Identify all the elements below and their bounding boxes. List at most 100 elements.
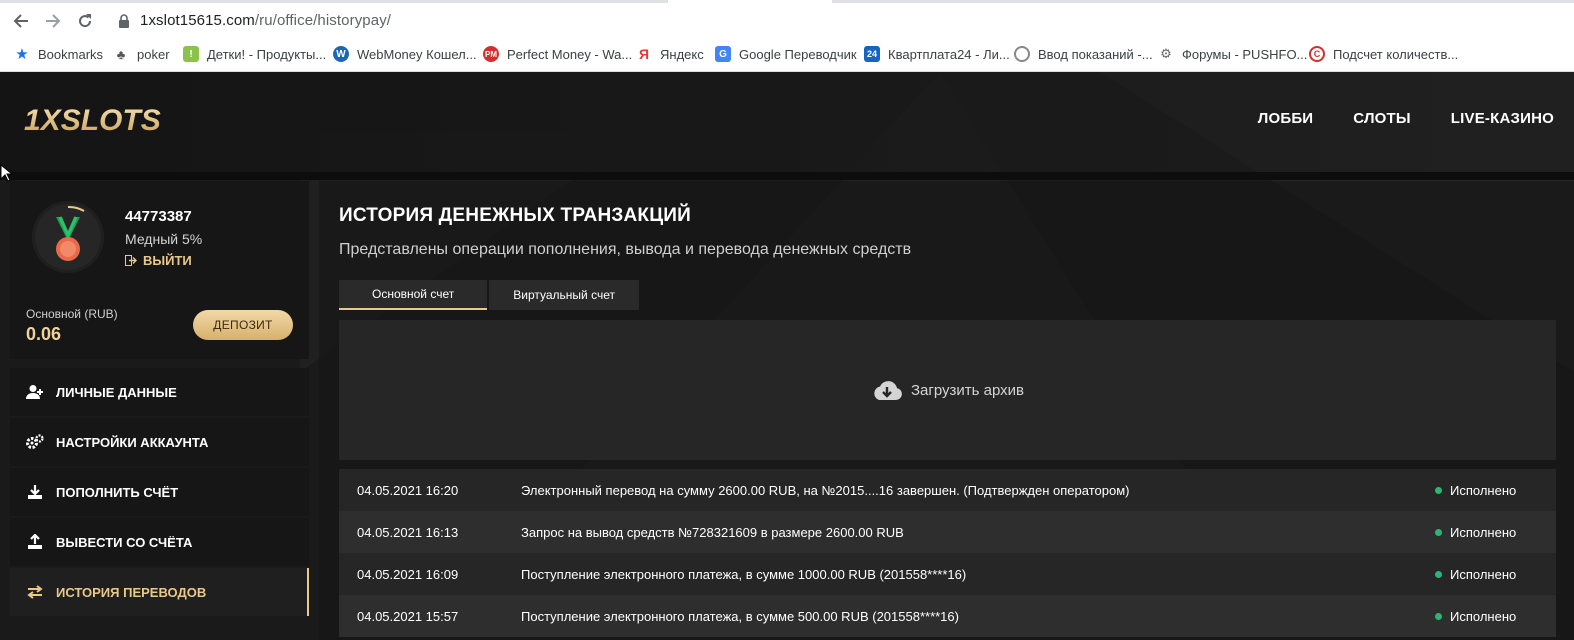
bookmark-forum[interactable]: ⚙ Форумы - PUSHFO... bbox=[1158, 44, 1307, 64]
url-path: /ru/office/historypay/ bbox=[254, 12, 392, 29]
gears-icon bbox=[26, 434, 44, 450]
nav-live-casino[interactable]: LIVE-КАЗИНО bbox=[1451, 110, 1554, 127]
meter-icon bbox=[1014, 46, 1030, 62]
site-logo[interactable]: 1XSLOTS bbox=[24, 102, 176, 136]
logout-icon bbox=[125, 255, 137, 266]
level-medal-avatar bbox=[32, 201, 104, 273]
user-id: 44773387 bbox=[125, 208, 192, 225]
bookmark-label: Bookmarks bbox=[38, 46, 104, 62]
bookmark-bookmarks[interactable]: ★ Bookmarks bbox=[14, 44, 103, 64]
archive-label: Загрузить архив bbox=[910, 381, 1025, 399]
bookmark-google-translate[interactable]: G Google Переводчик bbox=[715, 44, 857, 64]
bookmark-yandex[interactable]: Я Яндекс bbox=[636, 44, 704, 64]
menu-item-account-settings[interactable]: НАСТРОЙКИ АККАУНТА bbox=[10, 418, 309, 466]
mouse-cursor-icon bbox=[0, 164, 12, 182]
menu-item-deposit[interactable]: ПОПОЛНИТЬ СЧЁТ bbox=[10, 468, 309, 516]
bookmark-meter[interactable]: Ввод показаний -... bbox=[1014, 44, 1153, 64]
user-level: Медный 5% bbox=[125, 231, 203, 247]
user-add-icon bbox=[26, 384, 44, 400]
deposit-button[interactable]: ДЕПОЗИТ bbox=[193, 310, 293, 340]
nav-slots[interactable]: СЛОТЫ bbox=[1353, 110, 1411, 127]
account-menu: ЛИЧНЫЕ ДАННЫЕ НАСТРОЙКИ АККАУНТА ПОПОЛНИ… bbox=[10, 368, 309, 618]
site-page: 1XSLOTS ЛОББИ СЛОТЫ LIVE-КАЗИНО 44773387… bbox=[0, 72, 1574, 640]
webmoney-icon: W bbox=[333, 46, 349, 62]
bookmark-label: poker bbox=[137, 46, 170, 62]
table-row[interactable]: 04.05.2021 16:09 Поступление электронног… bbox=[339, 553, 1556, 595]
logout-label: ВЫЙТИ bbox=[143, 253, 192, 268]
copyright-icon: C bbox=[1309, 46, 1325, 62]
kvartplata-icon: 24 bbox=[864, 46, 880, 62]
bookmarks-bar: ★ Bookmarks ♣ poker ! Детки! - Продукты... … bbox=[0, 40, 1574, 66]
tx-status-label: Исполнено bbox=[1450, 566, 1517, 582]
page-subtitle: Представлены операции пополнения, вывода… bbox=[339, 241, 912, 258]
transactions-table: 04.05.2021 16:20 Электронный перевод на … bbox=[339, 469, 1556, 637]
tx-description: Поступление электронного платежа, в сумм… bbox=[521, 566, 967, 582]
bookmark-label: Детки! - Продукты... bbox=[207, 46, 327, 62]
bookmark-deti[interactable]: ! Детки! - Продукты... bbox=[183, 44, 326, 64]
forum-icon: ⚙ bbox=[1158, 46, 1174, 62]
tx-date: 04.05.2021 16:20 bbox=[357, 482, 459, 498]
top-nav: ЛОББИ СЛОТЫ LIVE-КАЗИНО bbox=[1258, 110, 1554, 127]
page-title: ИСТОРИЯ ДЕНЕЖНЫХ ТРАНЗАКЦИЙ bbox=[339, 205, 691, 226]
site-header: 1XSLOTS ЛОББИ СЛОТЫ LIVE-КАЗИНО bbox=[0, 72, 1574, 172]
menu-item-withdraw[interactable]: ВЫВЕСТИ СО СЧЁТА bbox=[10, 518, 309, 566]
table-row[interactable]: 04.05.2021 16:13 Запрос на вывод средств… bbox=[339, 511, 1556, 553]
menu-item-label: ВЫВЕСТИ СО СЧЁТА bbox=[56, 534, 193, 550]
back-arrow-icon[interactable] bbox=[10, 10, 32, 32]
bookmark-label: Квартплата24 - Ли... bbox=[888, 46, 1010, 62]
bookmark-label: Perfect Money - Wa... bbox=[507, 46, 633, 62]
reload-icon[interactable] bbox=[74, 10, 96, 32]
bookmark-webmoney[interactable]: W WebMoney Кошел... bbox=[333, 44, 477, 64]
bookmark-label: Яндекс bbox=[660, 46, 704, 62]
medal-icon bbox=[56, 205, 85, 261]
status-dot-icon bbox=[1435, 486, 1442, 494]
account-tabs: Основной счет Виртуальный счет bbox=[339, 280, 639, 310]
nav-lobby[interactable]: ЛОББИ bbox=[1258, 110, 1314, 127]
logout-link[interactable]: ВЫЙТИ bbox=[125, 253, 192, 268]
bookmark-label: Google Переводчик bbox=[739, 46, 857, 62]
yandex-icon: Я bbox=[636, 46, 652, 62]
menu-item-personal-data[interactable]: ЛИЧНЫЕ ДАННЫЕ bbox=[10, 368, 309, 416]
tx-status: Исполнено bbox=[1435, 567, 1516, 582]
bookmark-label: Форумы - PUSHFO... bbox=[1182, 46, 1308, 62]
profile-card: 44773387 Медный 5% ВЫЙТИ Основной (RUB) … bbox=[10, 181, 309, 359]
bookmark-podschet[interactable]: C Подсчет количеств... bbox=[1309, 44, 1458, 64]
table-row[interactable]: 04.05.2021 16:20 Электронный перевод на … bbox=[339, 469, 1556, 511]
bookmark-label: Подсчет количеств... bbox=[1333, 46, 1459, 62]
bookmark-perfectmoney[interactable]: PM Perfect Money - Wa... bbox=[483, 44, 632, 64]
account-sidebar: 44773387 Медный 5% ВЫЙТИ Основной (RUB) … bbox=[10, 181, 309, 640]
tx-date: 04.05.2021 15:57 bbox=[357, 608, 459, 624]
tx-description: Поступление электронного платежа, в сумм… bbox=[521, 608, 959, 624]
forward-arrow-icon[interactable] bbox=[42, 10, 64, 32]
status-dot-icon bbox=[1435, 612, 1442, 620]
tab-main-account[interactable]: Основной счет bbox=[339, 280, 488, 310]
tx-date: 04.05.2021 16:13 bbox=[357, 524, 459, 540]
lock-icon[interactable] bbox=[118, 14, 130, 28]
menu-item-label: ПОПОЛНИТЬ СЧЁТ bbox=[56, 484, 179, 500]
tx-status-label: Исполнено bbox=[1450, 608, 1517, 624]
tx-status-label: Исполнено bbox=[1450, 524, 1517, 540]
tx-status: Исполнено bbox=[1435, 525, 1516, 540]
bookmark-label: WebMoney Кошел... bbox=[357, 46, 477, 62]
tab-virtual-account[interactable]: Виртуальный счет bbox=[489, 280, 639, 310]
tx-status: Исполнено bbox=[1435, 483, 1516, 498]
balance-label: Основной (RUB) bbox=[26, 307, 118, 321]
tx-status-label: Исполнено bbox=[1450, 482, 1517, 498]
menu-item-transfer-history[interactable]: ИСТОРИЯ ПЕРЕВОДОВ bbox=[10, 568, 309, 616]
download-archive-button[interactable]: Загрузить архив bbox=[339, 320, 1556, 460]
browser-chrome: 1xslot15615.com/ru/office/historypay/ ★ B… bbox=[0, 0, 1574, 72]
google-translate-icon: G bbox=[715, 46, 731, 62]
download-icon bbox=[26, 484, 44, 500]
deti-icon: ! bbox=[183, 46, 199, 62]
table-row[interactable]: 04.05.2021 15:57 Поступление электронног… bbox=[339, 595, 1556, 637]
bookmark-poker[interactable]: ♣ poker bbox=[113, 44, 170, 64]
tx-description: Электронный перевод на сумму 2600.00 RUB… bbox=[521, 482, 1130, 498]
header-divider bbox=[0, 172, 1574, 180]
star-icon: ★ bbox=[15, 46, 29, 63]
perfectmoney-icon: PM bbox=[483, 46, 499, 62]
upload-icon bbox=[26, 534, 44, 550]
bookmark-kvartplata[interactable]: 24 Квартплата24 - Ли... bbox=[864, 44, 1010, 64]
bookmark-label: Ввод показаний -... bbox=[1038, 46, 1153, 62]
tx-date: 04.05.2021 16:09 bbox=[357, 566, 459, 582]
address-bar[interactable]: 1xslot15615.com/ru/office/historypay/ bbox=[140, 12, 391, 29]
